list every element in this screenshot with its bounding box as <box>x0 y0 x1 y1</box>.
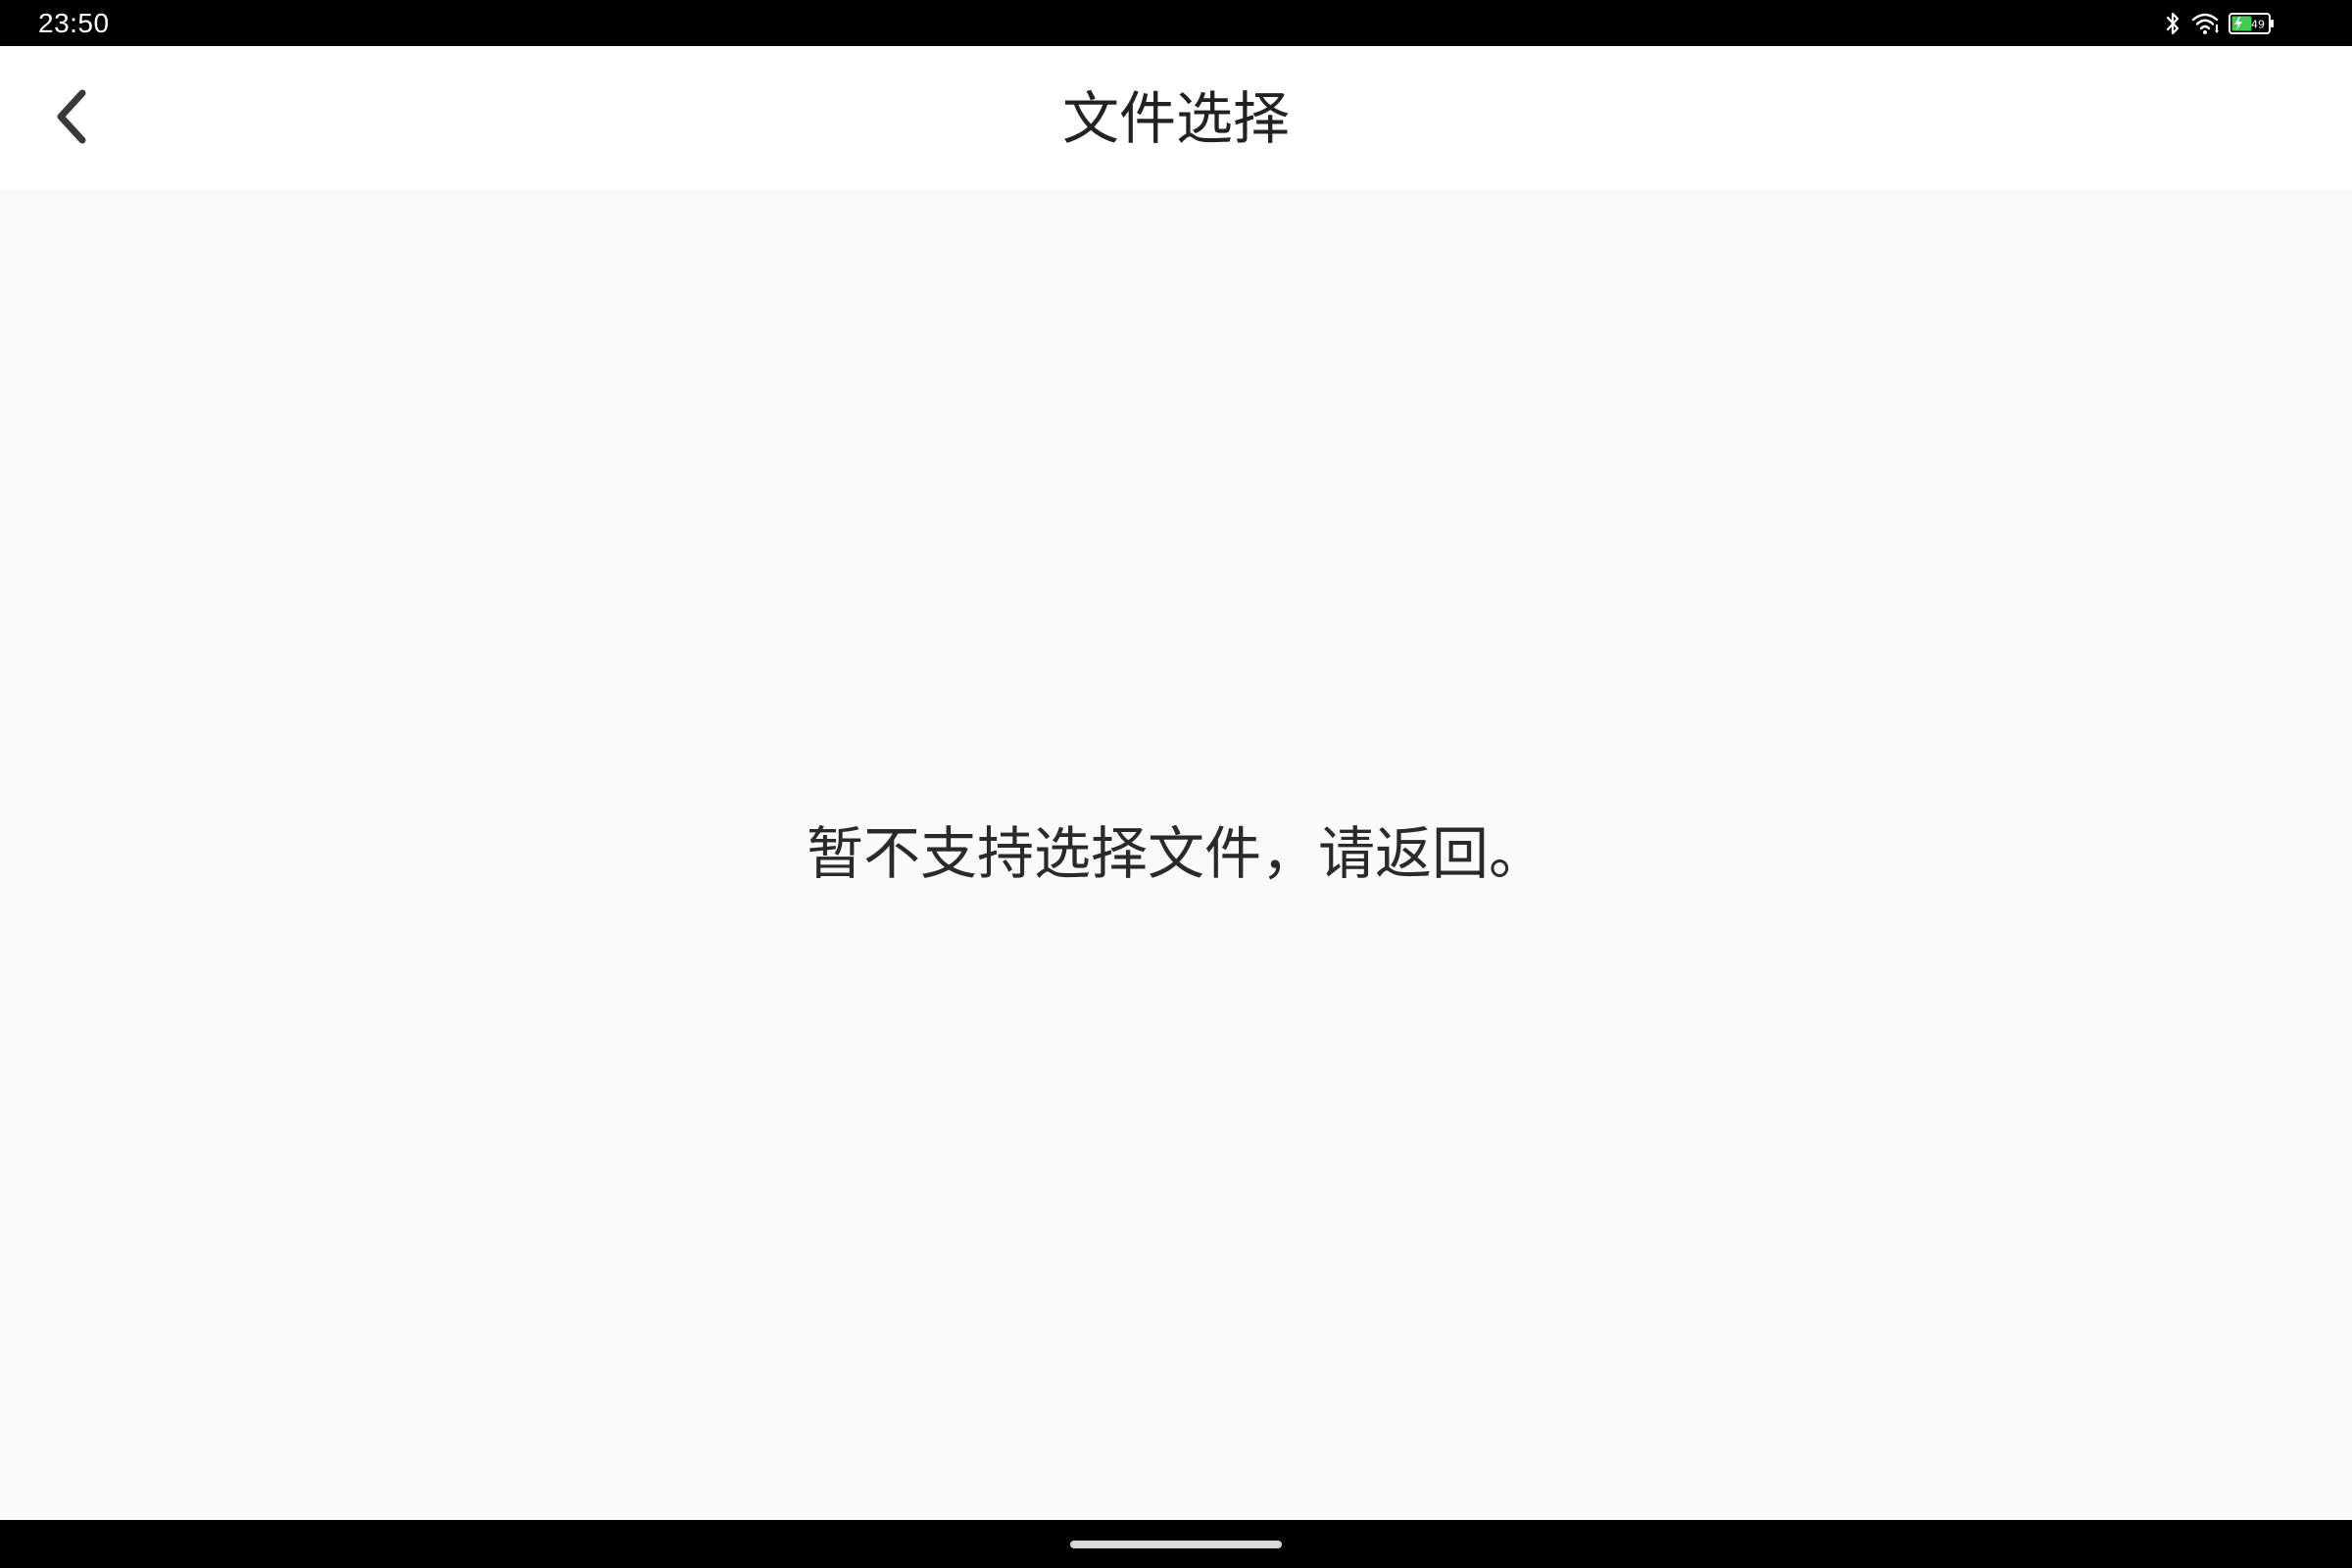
bluetooth-icon <box>2166 11 2180 36</box>
status-bar: 23:50 49 <box>0 0 2352 46</box>
content-area: 暂不支持选择文件，请返回。 <box>0 191 2352 1520</box>
battery-charging-icon: 49 <box>2229 12 2276 35</box>
home-indicator[interactable] <box>1070 1541 1282 1548</box>
page-title: 文件选择 <box>1061 85 1290 152</box>
back-button[interactable] <box>37 83 108 154</box>
wifi-icon <box>2191 12 2221 35</box>
chevron-left-icon <box>53 87 92 150</box>
status-time: 23:50 <box>38 8 110 38</box>
app-bar: 文件选择 <box>0 46 2352 191</box>
navigation-bar <box>0 1520 2352 1568</box>
empty-state-message: 暂不支持选择文件，请返回。 <box>806 820 1545 887</box>
battery-level: 49 <box>2251 19 2265 31</box>
screen: 23:50 49 文件选择 暂不支持选择文件，请返回。 <box>0 0 2352 1568</box>
status-icons: 49 <box>2166 9 2276 38</box>
